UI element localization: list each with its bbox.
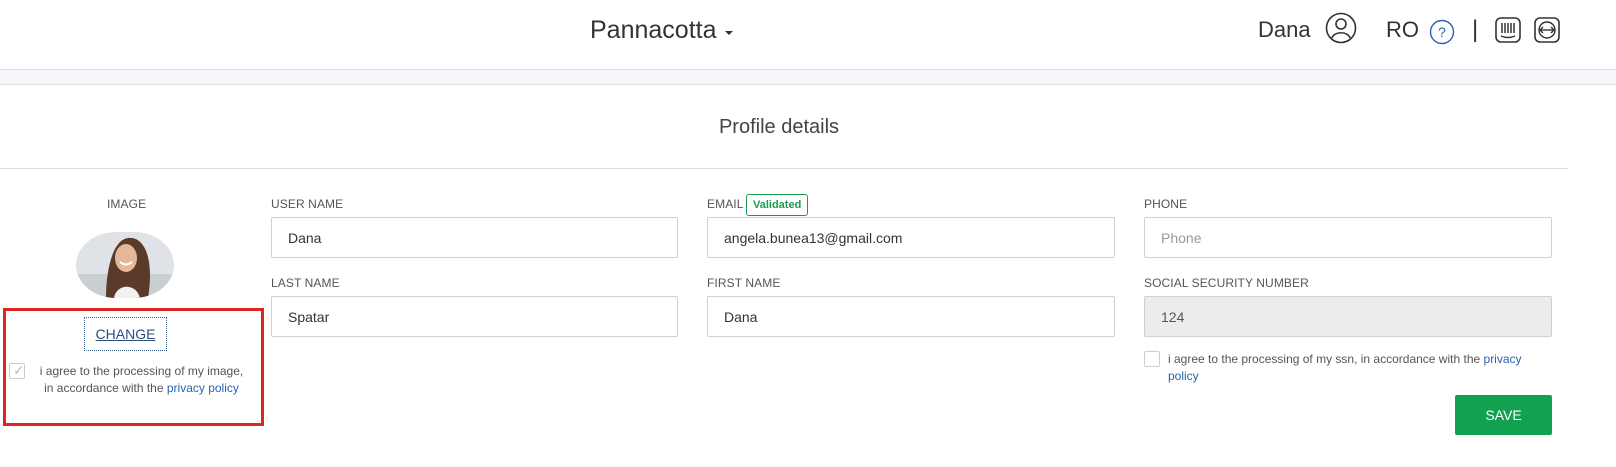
first-name-label: FIRST NAME (707, 276, 781, 290)
svg-text:?: ? (1438, 24, 1446, 40)
first-name-input[interactable] (707, 296, 1115, 337)
page-title: Profile details (718, 116, 840, 138)
user-circle-icon[interactable] (1325, 12, 1357, 44)
avatar (76, 232, 174, 298)
caret-down-icon (724, 30, 733, 35)
checkmark-icon: ✓ (13, 362, 25, 378)
ssn-consent-checkbox[interactable] (1144, 351, 1160, 367)
help-question-icon[interactable]: ? (1429, 19, 1455, 45)
last-name-input[interactable] (271, 296, 678, 337)
image-privacy-policy-link[interactable]: privacy policy (167, 381, 239, 395)
ssn-input[interactable] (1144, 296, 1552, 337)
email-input[interactable] (707, 217, 1115, 258)
user-name[interactable]: Dana (1258, 17, 1311, 43)
avatar-photo (76, 232, 174, 298)
user-name-input[interactable] (271, 217, 678, 258)
image-consent-text: i agree to the processing of my image, i… (34, 363, 249, 397)
app-title: Pannacotta (590, 16, 717, 44)
email-label: EMAIL (707, 197, 744, 211)
validated-badge: Validated (746, 194, 809, 216)
image-label: IMAGE (107, 197, 147, 211)
change-image-button[interactable]: CHANGE (84, 317, 167, 351)
sub-header-strip (0, 70, 1616, 85)
ssn-label: SOCIAL SECURITY NUMBER (1144, 276, 1309, 290)
header-separator: | (1472, 16, 1479, 43)
ssn-consent-label: i agree to the processing of my ssn, in … (1168, 352, 1481, 366)
expand-horizontal-icon[interactable] (1534, 17, 1560, 43)
app-title-dropdown[interactable]: Pannacotta (590, 16, 733, 45)
image-consent-checkbox[interactable]: ✓ (9, 362, 25, 379)
barcode-icon[interactable] (1495, 17, 1521, 43)
last-name-label: LAST NAME (271, 276, 340, 290)
top-bar: Pannacotta Dana RO ? | (0, 0, 1616, 70)
phone-label: PHONE (1144, 197, 1188, 211)
divider (0, 168, 1568, 169)
phone-input[interactable] (1144, 217, 1552, 258)
ssn-consent-text: i agree to the processing of my ssn, in … (1168, 351, 1548, 385)
language-selector[interactable]: RO (1386, 17, 1419, 43)
save-button[interactable]: SAVE (1455, 395, 1552, 435)
user-name-label: USER NAME (271, 197, 344, 211)
